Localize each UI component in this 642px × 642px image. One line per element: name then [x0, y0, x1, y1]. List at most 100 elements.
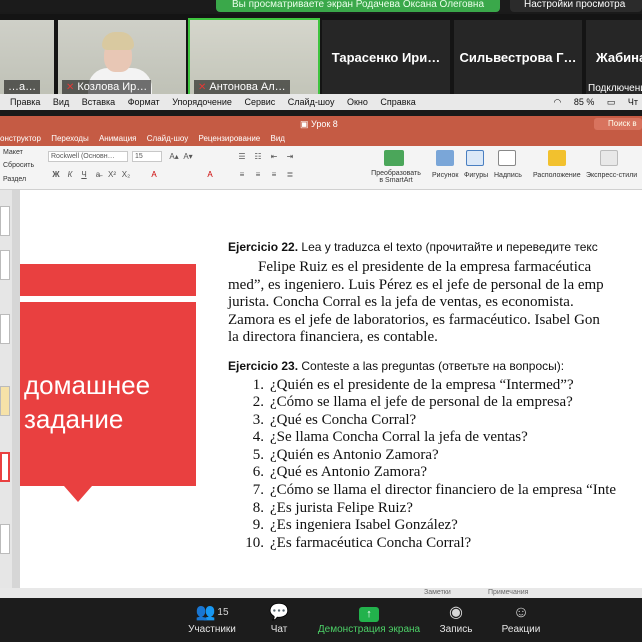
question-item: 8. ¿Es jurista Felipe Ruiz?: [252, 499, 413, 516]
tab-review[interactable]: Рецензирование: [198, 134, 260, 143]
indent-increase-icon[interactable]: ⇥: [284, 151, 296, 162]
menu-edit[interactable]: Правка: [10, 97, 40, 107]
participant-tile-1[interactable]: …а…: [0, 20, 54, 96]
align-left-icon[interactable]: ≡: [236, 169, 248, 180]
menu-slideshow[interactable]: Слайд-шоу: [288, 97, 335, 107]
clock-day[interactable]: Чт: [628, 97, 638, 107]
participant-tile-kozlova[interactable]: ✕ Козлова Ир…: [58, 20, 186, 96]
search-field[interactable]: Поиск в: [594, 118, 642, 130]
participants-button[interactable]: 👥 15 Участники: [182, 602, 242, 640]
indent-decrease-icon[interactable]: ⇤: [268, 151, 280, 162]
participant-tile-silvestrova[interactable]: Сильвестрова Г…: [454, 20, 582, 96]
participants-label: Участники: [188, 624, 236, 635]
battery-icon[interactable]: ▭: [607, 97, 616, 107]
justify-icon[interactable]: ≣: [284, 169, 296, 180]
record-button[interactable]: ◉ Запись: [436, 602, 476, 640]
tab-view[interactable]: Вид: [270, 134, 284, 143]
battery-label[interactable]: 85 %: [574, 97, 595, 107]
slide-thumbnail[interactable]: [0, 250, 10, 280]
arrange-icon[interactable]: [548, 150, 566, 166]
font-color-icon[interactable]: A: [204, 169, 216, 180]
chat-button[interactable]: 💬 Чат: [262, 602, 296, 640]
exercise-image[interactable]: Ejercicio 22. Lea y traduzca el texto (п…: [228, 240, 642, 552]
align-center-icon[interactable]: ≡: [252, 169, 264, 180]
slide-thumbnail[interactable]: [0, 386, 10, 416]
slide-thumbnail-selected[interactable]: [0, 452, 10, 482]
view-options-button[interactable]: Настройки просмотра: [510, 0, 642, 12]
share-banner-bar: Вы просматриваете экран Родачева Оксана …: [0, 0, 642, 12]
zoom-window: Вы просматриваете экран Родачева Оксана …: [0, 0, 642, 642]
questions-list: 1. ¿Quién es el presidente de la empresa …: [228, 377, 642, 553]
slide-thumbnail[interactable]: [0, 206, 10, 236]
ppt-titlebar: ▣ Урок 8 Поиск в: [0, 116, 642, 132]
numbering-icon[interactable]: ☷: [252, 151, 264, 162]
subscript-icon[interactable]: X₂: [120, 169, 132, 180]
comments-button[interactable]: Примечания: [488, 588, 528, 598]
slide-title-line2: задание: [24, 404, 124, 434]
picture-icon[interactable]: [436, 150, 454, 166]
menu-format[interactable]: Формат: [128, 97, 160, 107]
question-item: 3. ¿Qué es Concha Corral?: [252, 411, 417, 428]
font-family-select[interactable]: Rockwell (Основн…: [48, 151, 128, 162]
participant-tile-tarasenko[interactable]: Тарасенко Ири…: [322, 20, 450, 96]
menu-insert[interactable]: Вставка: [82, 97, 115, 107]
font-size-select[interactable]: 15: [132, 151, 162, 162]
slide-title[interactable]: домашнее задание: [24, 368, 150, 436]
text-line: Zamora es el jefe de laboratorios, es fa…: [228, 311, 600, 328]
reactions-button[interactable]: ☺ Реакции: [498, 602, 544, 640]
underline-icon[interactable]: Ч: [78, 169, 90, 180]
shrink-font-icon[interactable]: A▾: [182, 151, 194, 162]
question-item: 6. ¿Qué es Antonio Zamora?: [252, 464, 428, 481]
person-hair: [102, 32, 134, 50]
question-item: 5. ¿Quién es Antonio Zamora?: [252, 446, 439, 463]
textbox-label: Надпись: [494, 172, 522, 179]
menu-view[interactable]: Вид: [53, 97, 69, 107]
superscript-icon[interactable]: X²: [106, 169, 118, 180]
participant-tile-zhabina[interactable]: Жабина Подключение: [586, 20, 642, 96]
current-slide[interactable]: домашнее задание Ejercicio 22. Lea y tra…: [20, 190, 642, 588]
layout-button[interactable]: Макет: [3, 149, 23, 156]
menu-arrange[interactable]: Упорядочение: [172, 97, 232, 107]
tab-transitions[interactable]: Переходы: [51, 134, 89, 143]
bold-icon[interactable]: Ж: [50, 169, 62, 180]
share-banner: Вы просматриваете экран Родачева Оксана …: [216, 0, 500, 12]
highlight-icon[interactable]: A: [148, 169, 160, 180]
reactions-label: Реакции: [501, 624, 541, 635]
slide-thumbnails[interactable]: [0, 190, 12, 598]
align-right-icon[interactable]: ≡: [268, 169, 280, 180]
menu-tools[interactable]: Сервис: [244, 97, 275, 107]
italic-icon[interactable]: К: [64, 169, 76, 180]
smartart-icon[interactable]: [384, 150, 404, 166]
grow-font-icon[interactable]: A▴: [168, 151, 180, 162]
menu-help[interactable]: Справка: [380, 97, 415, 107]
record-label: Запись: [439, 624, 473, 635]
wifi-icon[interactable]: ◠: [553, 97, 561, 107]
textbox-icon[interactable]: [498, 150, 516, 166]
tab-animation[interactable]: Анимация: [99, 134, 137, 143]
notes-button[interactable]: Заметки: [424, 588, 451, 598]
ribbon-tabs: онструктор Переходы Анимация Слайд-шоу Р…: [0, 132, 642, 146]
tab-design[interactable]: онструктор: [0, 134, 41, 143]
reset-button[interactable]: Сбросить: [3, 162, 34, 169]
text-line: med”, es ingeniero. Luis Pérez es el jef…: [228, 276, 604, 293]
quick-styles-icon[interactable]: [600, 150, 618, 166]
slide-thumbnail[interactable]: [0, 314, 10, 344]
question-item: 2. ¿Cómo se llama el jefe de personal de …: [252, 394, 573, 411]
document-title: ▣ Урок 8: [300, 119, 338, 129]
participant-name: Антонова Ал…: [209, 81, 286, 93]
shapes-icon[interactable]: [466, 150, 484, 166]
participant-name: Козлова Ир…: [77, 81, 148, 93]
participant-name-tag: ✕ Козлова Ир…: [62, 80, 152, 94]
participant-name: Жабина: [596, 50, 642, 65]
section-button[interactable]: Раздел: [3, 176, 26, 183]
participants-count: 15: [217, 607, 229, 618]
bullets-icon[interactable]: ☰: [236, 151, 248, 162]
menu-window[interactable]: Окно: [347, 97, 368, 107]
participant-tile-antonova[interactable]: ✕ Антонова Ал…: [188, 18, 320, 98]
record-icon: ◉: [449, 604, 463, 621]
slide-thumbnail[interactable]: [0, 524, 10, 554]
strikethrough-icon[interactable]: a̶: [92, 169, 104, 180]
share-screen-button[interactable]: ↑ Демонстрация экрана: [316, 602, 422, 640]
tab-slideshow[interactable]: Слайд-шоу: [147, 134, 188, 143]
participant-name: …а…: [4, 80, 41, 94]
